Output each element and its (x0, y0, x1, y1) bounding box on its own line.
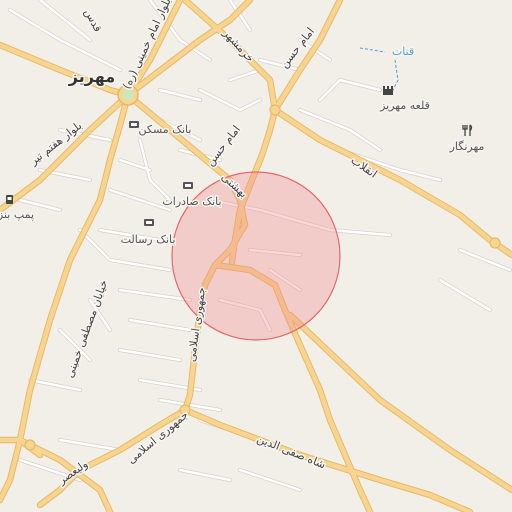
water-label-qanat: قنات (392, 45, 414, 58)
bank-icon (144, 219, 154, 226)
poi-bank-maskan[interactable]: بانک مسکن (129, 121, 193, 138)
roundabout-green (122, 89, 134, 101)
city-label[interactable]: مهریز (66, 66, 116, 88)
east-edge-roundabout (489, 237, 501, 249)
poi-label: مهرنگار (449, 140, 485, 153)
map-view[interactable]: قدس بلوار امام خمینی (ره) خرمشهر امام حس… (0, 0, 512, 512)
bank-icon (183, 182, 193, 189)
poi-label: بانک مسکن (139, 123, 192, 136)
fuel-pump-icon (6, 195, 13, 204)
poi-label: بانک صادرات (162, 195, 221, 208)
poi-label: بانک رسالت (121, 233, 176, 246)
east-roundabout (269, 104, 281, 116)
southwest-roundabout (24, 439, 36, 451)
poi-label: قلعه مهریز (379, 99, 430, 112)
poi-label: پمپ بنز (0, 208, 34, 221)
castle-icon (383, 86, 393, 95)
map-canvas[interactable]: قدس بلوار امام خمینی (ره) خرمشهر امام حس… (0, 0, 512, 512)
bank-icon (129, 121, 139, 128)
